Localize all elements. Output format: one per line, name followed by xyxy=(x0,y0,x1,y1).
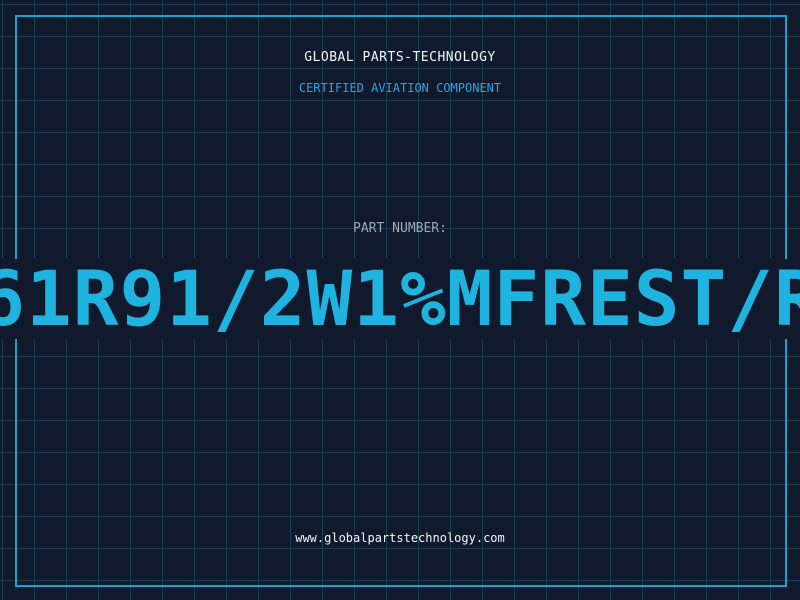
part-number-value: 61R91/2W1%MFREST/R xyxy=(0,259,800,339)
blueprint-canvas: GLOBAL PARTS-TECHNOLOGY CERTIFIED AVIATI… xyxy=(0,0,800,600)
certification-subtitle: CERTIFIED AVIATION COMPONENT xyxy=(298,81,502,95)
website-url: www.globalpartstechnology.com xyxy=(295,531,505,545)
company-name: GLOBAL PARTS-TECHNOLOGY xyxy=(304,50,496,65)
part-number-band: 61R91/2W1%MFREST/R xyxy=(0,259,800,339)
part-number-label: PART NUMBER: xyxy=(353,221,447,236)
